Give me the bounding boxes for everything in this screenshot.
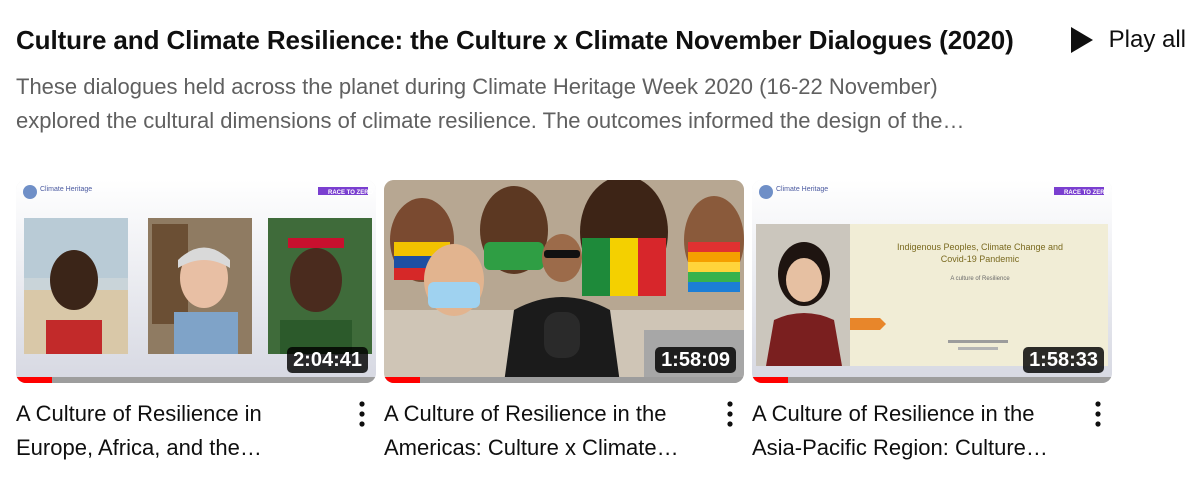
watch-progress-fill — [16, 377, 52, 383]
duration-badge: 2:04:41 — [287, 347, 368, 373]
play-icon — [1070, 27, 1093, 53]
play-all-button[interactable]: Play all — [1069, 22, 1186, 58]
video-thumbnail[interactable]: Climate Heritage RACE TO ZERO Indigenous… — [752, 180, 1112, 383]
kebab-menu-icon — [727, 401, 733, 427]
slide-subtitle: A culture of Resilience — [950, 276, 1010, 282]
more-actions-button[interactable] — [350, 397, 374, 431]
video-title-line: A Culture of Resilience in — [16, 401, 262, 426]
playlist-header: Culture and Climate Resilience: the Cult… — [16, 22, 1186, 62]
video-title-line: A Culture of Resilience in the — [752, 401, 1035, 426]
description-line: explored the cultural dimensions of clim… — [16, 108, 965, 133]
more-actions-button[interactable] — [1086, 397, 1110, 431]
video-card[interactable]: Climate Heritage RACE TO ZERO 2:04:41 A … — [16, 180, 376, 470]
watch-progress-fill — [752, 377, 788, 383]
slide-title: Covid-19 Pandemic — [941, 254, 1020, 264]
video-title[interactable]: A Culture of Resilience in Europe, Afric… — [16, 397, 338, 465]
video-thumbnail[interactable]: 1:58:09 — [384, 180, 744, 383]
video-title-line: A Culture of Resilience in the — [384, 401, 667, 426]
watch-progress-fill — [384, 377, 420, 383]
video-title[interactable]: A Culture of Resilience in the Asia-Paci… — [752, 397, 1074, 465]
playlist-description: These dialogues held across the planet d… — [16, 70, 1066, 138]
kebab-menu-icon — [1095, 401, 1101, 427]
channel-logo-text: Climate Heritage — [776, 186, 828, 193]
video-meta: A Culture of Resilience in the Asia-Paci… — [752, 397, 1112, 469]
video-meta: A Culture of Resilience in the Americas:… — [384, 397, 744, 469]
video-shelf: Climate Heritage RACE TO ZERO 2:04:41 A … — [16, 180, 1186, 470]
video-title-line: Europe, Africa, and the… — [16, 435, 262, 460]
description-line: These dialogues held across the planet d… — [16, 74, 938, 99]
watch-progress-bar — [384, 377, 744, 383]
duration-badge: 1:58:33 — [1023, 347, 1104, 373]
video-meta: A Culture of Resilience in Europe, Afric… — [16, 397, 376, 469]
video-thumbnail[interactable]: Climate Heritage RACE TO ZERO 2:04:41 — [16, 180, 376, 383]
kebab-menu-icon — [359, 401, 365, 427]
banner-text: RACE TO ZERO — [328, 190, 374, 196]
video-title-line: Americas: Culture x Climate… — [384, 435, 679, 460]
watch-progress-bar — [16, 377, 376, 383]
video-card[interactable]: Climate Heritage RACE TO ZERO Indigenous… — [752, 180, 1112, 470]
video-card[interactable]: 1:58:09 A Culture of Resilience in the A… — [384, 180, 744, 470]
duration-badge: 1:58:09 — [655, 347, 736, 373]
video-title-line: Asia-Pacific Region: Culture… — [752, 435, 1048, 460]
watch-progress-bar — [752, 377, 1112, 383]
more-actions-button[interactable] — [718, 397, 742, 431]
channel-logo-text: Climate Heritage — [40, 186, 92, 193]
banner-text: RACE TO ZERO — [1064, 190, 1110, 196]
play-all-label: Play all — [1108, 26, 1186, 53]
video-title[interactable]: A Culture of Resilience in the Americas:… — [384, 397, 706, 465]
slide-title: Indigenous Peoples, Climate Change and — [897, 242, 1063, 252]
playlist-title[interactable]: Culture and Climate Resilience: the Cult… — [16, 22, 1014, 58]
